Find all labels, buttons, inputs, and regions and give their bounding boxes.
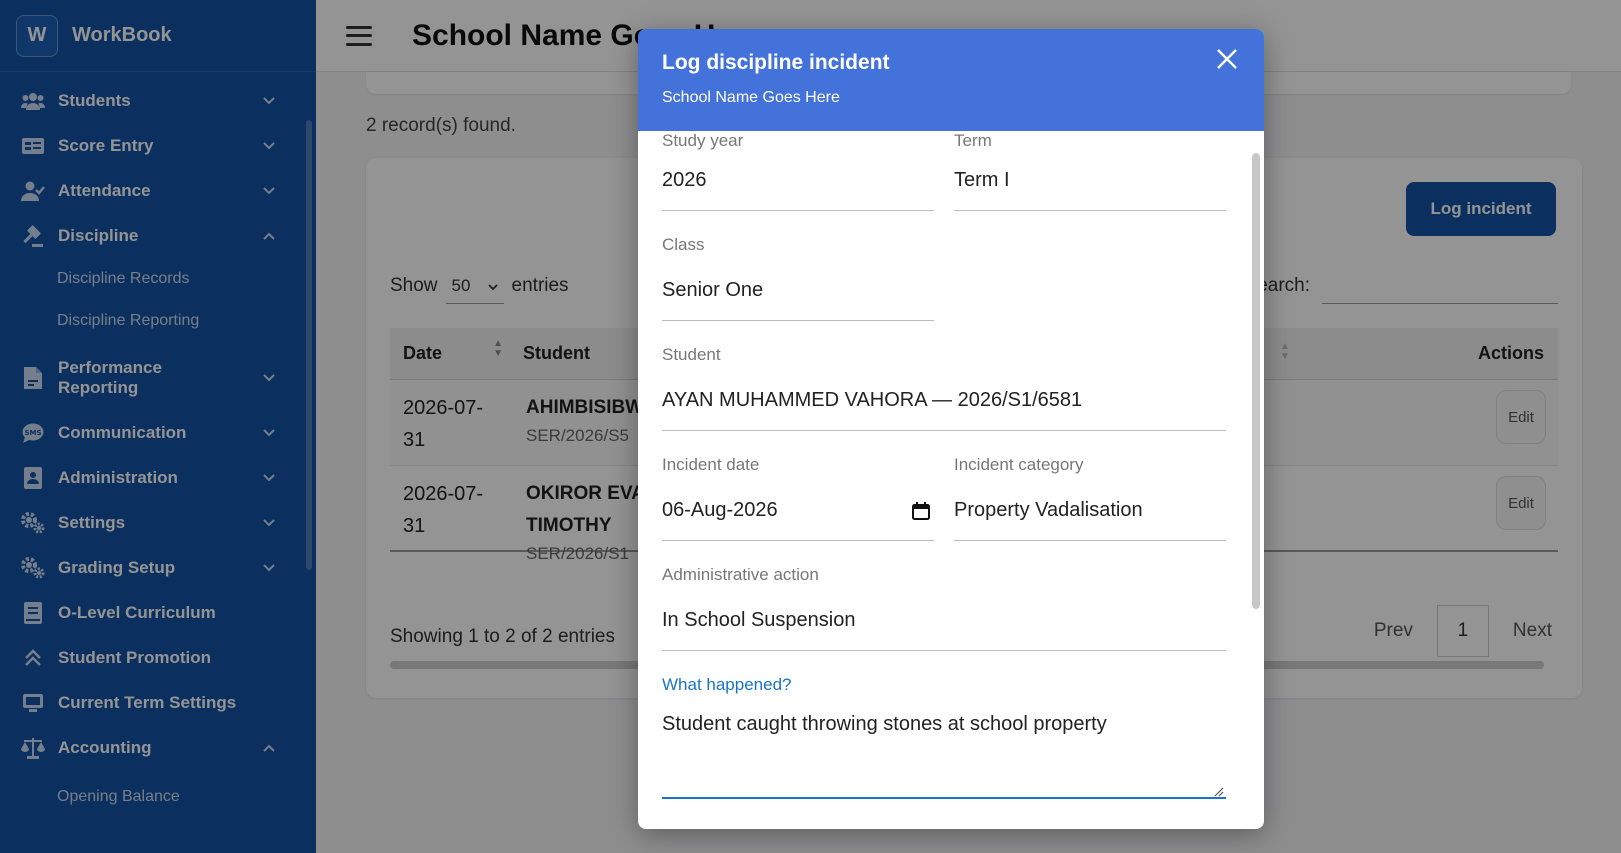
field-value: Student caught throwing stones at school… — [662, 713, 1107, 735]
incident-date-field[interactable]: Incident date 06-Aug-2026 — [662, 455, 934, 541]
field-label: Administrative action — [662, 565, 819, 584]
field-label: Class — [662, 235, 705, 254]
field-label: Incident category — [954, 455, 1084, 474]
field-label: Study year — [662, 131, 744, 150]
field-label: What happened? — [662, 675, 792, 694]
field-value: Senior One — [662, 279, 764, 301]
field-value: 06-Aug-2026 — [662, 499, 778, 521]
field-label: Student — [662, 345, 721, 364]
class-field[interactable]: Class Senior One — [662, 235, 934, 321]
field-value: 2026 — [662, 169, 707, 191]
modal-title: Log discipline incident — [662, 51, 890, 74]
field-value: Property Vadalisation — [954, 499, 1143, 521]
field-label: Incident date — [662, 455, 760, 474]
field-label: Term — [954, 131, 992, 150]
student-field[interactable]: Student AYAN MUHAMMED VAHORA — 2026/S1/6… — [662, 345, 1226, 431]
modal-header: Log discipline incident School Name Goes… — [638, 29, 1264, 131]
modal-body: Study year 2026 Term Term I Class Senior… — [638, 131, 1264, 829]
resize-handle-icon[interactable] — [1214, 784, 1224, 797]
calendar-icon[interactable] — [912, 502, 930, 520]
log-incident-modal: Log discipline incident School Name Goes… — [638, 29, 1264, 829]
field-value: In School Suspension — [662, 609, 856, 631]
administrative-action-field[interactable]: Administrative action In School Suspensi… — [662, 565, 1226, 651]
what-happened-textarea[interactable]: What happened? Student caught throwing s… — [662, 675, 1226, 799]
study-year-field[interactable]: Study year 2026 — [662, 131, 934, 211]
modal-subtitle: School Name Goes Here — [662, 89, 840, 106]
field-value: AYAN MUHAMMED VAHORA — 2026/S1/6581 — [662, 389, 1083, 411]
close-icon[interactable] — [1212, 45, 1242, 75]
incident-category-field[interactable]: Incident category Property Vadalisation — [954, 455, 1226, 541]
term-field[interactable]: Term Term I — [954, 131, 1226, 211]
field-value: Term I — [954, 169, 1010, 191]
modal-scrollbar[interactable] — [1252, 153, 1260, 609]
